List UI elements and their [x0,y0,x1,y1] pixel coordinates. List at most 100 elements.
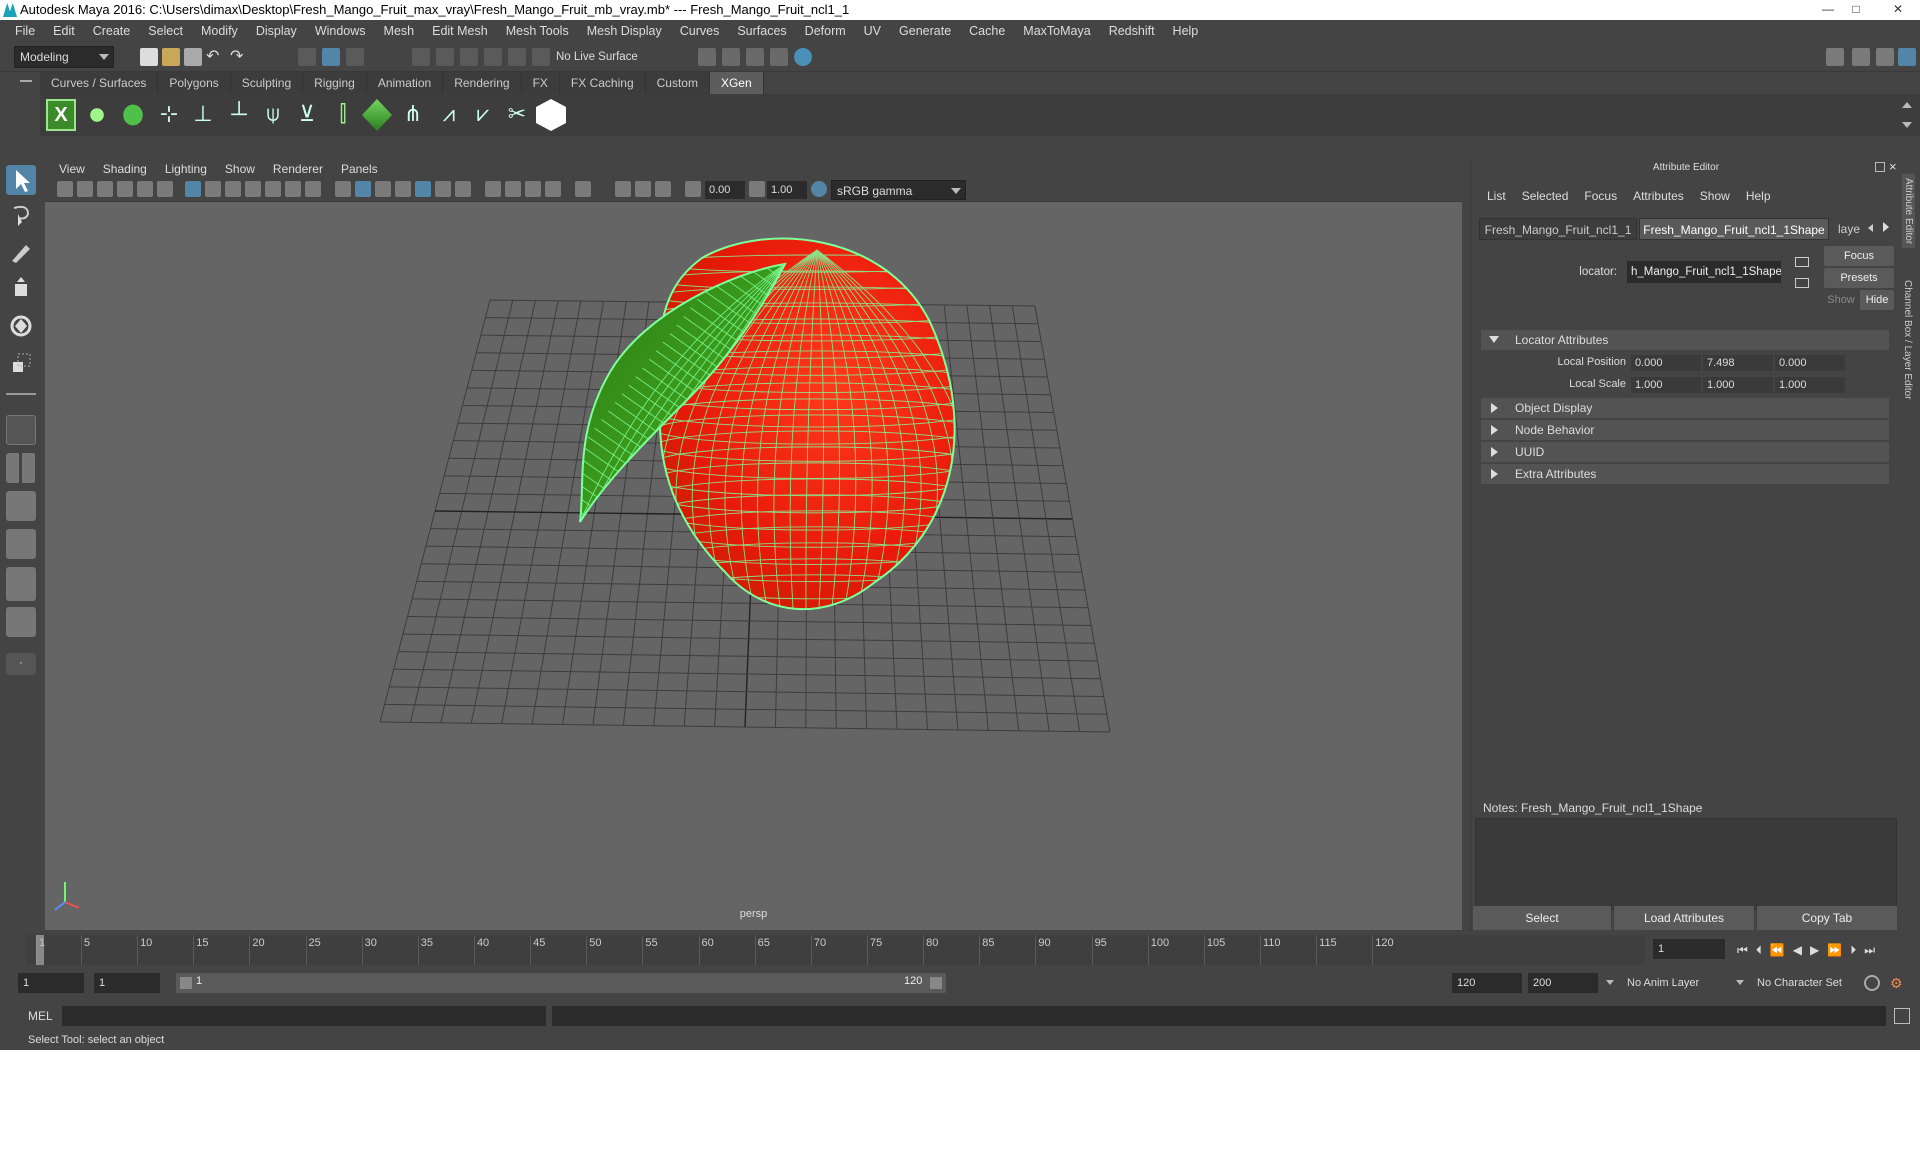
menu-create[interactable]: Create [84,20,140,42]
menu-surfaces[interactable]: Surfaces [728,20,795,42]
gamma-icon[interactable] [749,181,765,197]
minimize-button[interactable]: — [1815,0,1841,18]
chevron-down-icon[interactable] [1604,973,1618,993]
wireframe-on-shaded-icon[interactable] [395,181,411,197]
shelf-tab-sculpting[interactable]: Sculpting [230,72,304,94]
screen-space-ao-icon[interactable] [485,181,501,197]
side-tab-channel-box[interactable]: Channel Box / Layer Editor [1902,280,1913,400]
field-chart-icon[interactable] [265,181,281,197]
range-slider-bar[interactable]: 1 120 [176,973,946,993]
wireframe-icon[interactable] [335,181,351,197]
show-button[interactable]: Show [1824,290,1858,310]
viewport-menu-view[interactable]: View [50,160,94,178]
image-plane-icon[interactable] [117,181,133,197]
local-scale-y-field[interactable]: 1.000 [1703,377,1773,393]
mango-mesh[interactable] [643,237,975,616]
save-scene-icon[interactable] [184,48,202,66]
shelf-tab-rendering[interactable]: Rendering [443,72,522,94]
viewport-menu-shading[interactable]: Shading [94,160,156,178]
tool-settings-toggle-icon[interactable] [1876,48,1894,66]
scale-tool-icon[interactable] [6,348,36,378]
menu-edit-mesh[interactable]: Edit Mesh [423,20,497,42]
xgen-bend-icon[interactable]: ⋔ [398,99,428,131]
ae-menu-show[interactable]: Show [1692,186,1738,206]
focus-button[interactable]: Focus [1824,246,1894,266]
backface-culling-icon[interactable] [655,181,671,197]
select-object-icon[interactable] [322,48,340,66]
current-time-marker[interactable] [36,935,44,965]
film-gate-icon[interactable] [205,181,221,197]
use-all-lights-icon[interactable] [435,181,451,197]
persp-graph-view-icon[interactable] [6,529,36,559]
bookmark-icon[interactable] [97,181,113,197]
xgen-cut-icon[interactable]: ✂ [502,99,532,131]
render-view-icon[interactable] [698,48,716,66]
mode-selector[interactable]: Modeling [14,46,114,68]
animation-end-field[interactable]: 200 [1528,973,1598,993]
color-space-selector[interactable]: sRGB gamma [831,180,966,200]
chevron-down-icon[interactable] [1734,973,1748,993]
camera-attributes-icon[interactable] [77,181,93,197]
2d-pan-zoom-icon[interactable] [137,181,153,197]
auto-key-icon[interactable] [1864,975,1880,991]
anti-aliasing-icon[interactable] [525,181,541,197]
paint-select-tool-icon[interactable] [6,237,36,267]
shelf-scroll-up-icon[interactable] [1902,102,1912,108]
perspective-viewport[interactable]: persp [45,202,1462,930]
menu-display[interactable]: Display [247,20,306,42]
more-layouts-icon[interactable]: · [6,653,36,675]
open-scene-icon[interactable] [162,48,180,66]
move-tool-icon[interactable] [6,274,36,304]
step-forward-key-icon[interactable]: ⏩ [1827,943,1850,957]
motion-blur-icon[interactable] [505,181,521,197]
local-scale-x-field[interactable]: 1.000 [1631,377,1701,393]
shelf-menu-icon[interactable] [20,80,32,82]
xgen-lock-guide-icon[interactable]: ⊻ [292,99,322,131]
menu-file[interactable]: File [6,20,44,42]
ae-menu-list[interactable]: List [1479,186,1514,206]
xray-icon[interactable] [615,181,631,197]
menu-mesh-display[interactable]: Mesh Display [578,20,671,42]
menu-curves[interactable]: Curves [671,20,729,42]
preferences-icon[interactable]: ⚙ [1890,975,1906,991]
default-material-icon[interactable] [375,181,391,197]
section-node-behavior[interactable]: Node Behavior [1481,420,1889,440]
grease-pencil-icon[interactable] [157,181,173,197]
camera-select-icon[interactable] [57,181,73,197]
ae-menu-attributes[interactable]: Attributes [1625,186,1692,206]
smooth-shade-icon[interactable] [355,181,371,197]
gamma-field[interactable]: 1.00 [767,181,807,199]
menu-edit[interactable]: Edit [44,20,84,42]
time-slider[interactable]: 1510152025303540455055606570758085909510… [18,935,1648,965]
current-frame-field[interactable]: 1 [1653,939,1725,959]
safe-action-icon[interactable] [285,181,301,197]
viewport-menu-renderer[interactable]: Renderer [264,160,332,178]
safe-title-icon[interactable] [305,181,321,197]
select-button[interactable]: Select [1473,906,1611,930]
channel-box-toggle-icon[interactable] [1898,48,1916,66]
shelf-tab-curves-surfaces[interactable]: Curves / Surfaces [40,72,159,94]
tab-scroll-right-icon[interactable] [1883,222,1889,232]
tab-transform-node[interactable]: Fresh_Mango_Fruit_ncl1_1 [1479,218,1637,240]
menu-mesh[interactable]: Mesh [375,20,424,42]
step-forward-frame-icon[interactable]: ⏵ [1850,943,1864,957]
shelf-tab-polygons[interactable]: Polygons [158,72,231,94]
render-settings-icon[interactable] [770,48,788,66]
xgen-fur-icon[interactable]: ⫿ [328,99,358,131]
redo-icon[interactable]: ↷ [230,48,248,66]
local-position-x-field[interactable]: 0.000 [1631,355,1701,371]
time-slider-track[interactable]: 1510152025303540455055606570758085909510… [26,935,1648,965]
menu-modify[interactable]: Modify [192,20,247,42]
snap-curve-icon[interactable] [436,48,454,66]
menu-windows[interactable]: Windows [306,20,375,42]
color-management-icon[interactable] [811,181,827,197]
persp-outliner-view-icon[interactable] [6,567,36,601]
exposure-icon[interactable] [685,181,701,197]
xgen-layer-icon[interactable] [362,99,392,131]
xgen-place-guides-icon[interactable]: ⊹ [154,99,184,131]
load-attributes-button[interactable]: Load Attributes [1614,906,1754,930]
playback-end-field[interactable]: 120 [1452,973,1522,993]
menu-mesh-tools[interactable]: Mesh Tools [497,20,578,42]
copy-tab-button[interactable]: Copy Tab [1757,906,1897,930]
xgen-add-guide-icon[interactable]: ┴ [224,99,254,131]
